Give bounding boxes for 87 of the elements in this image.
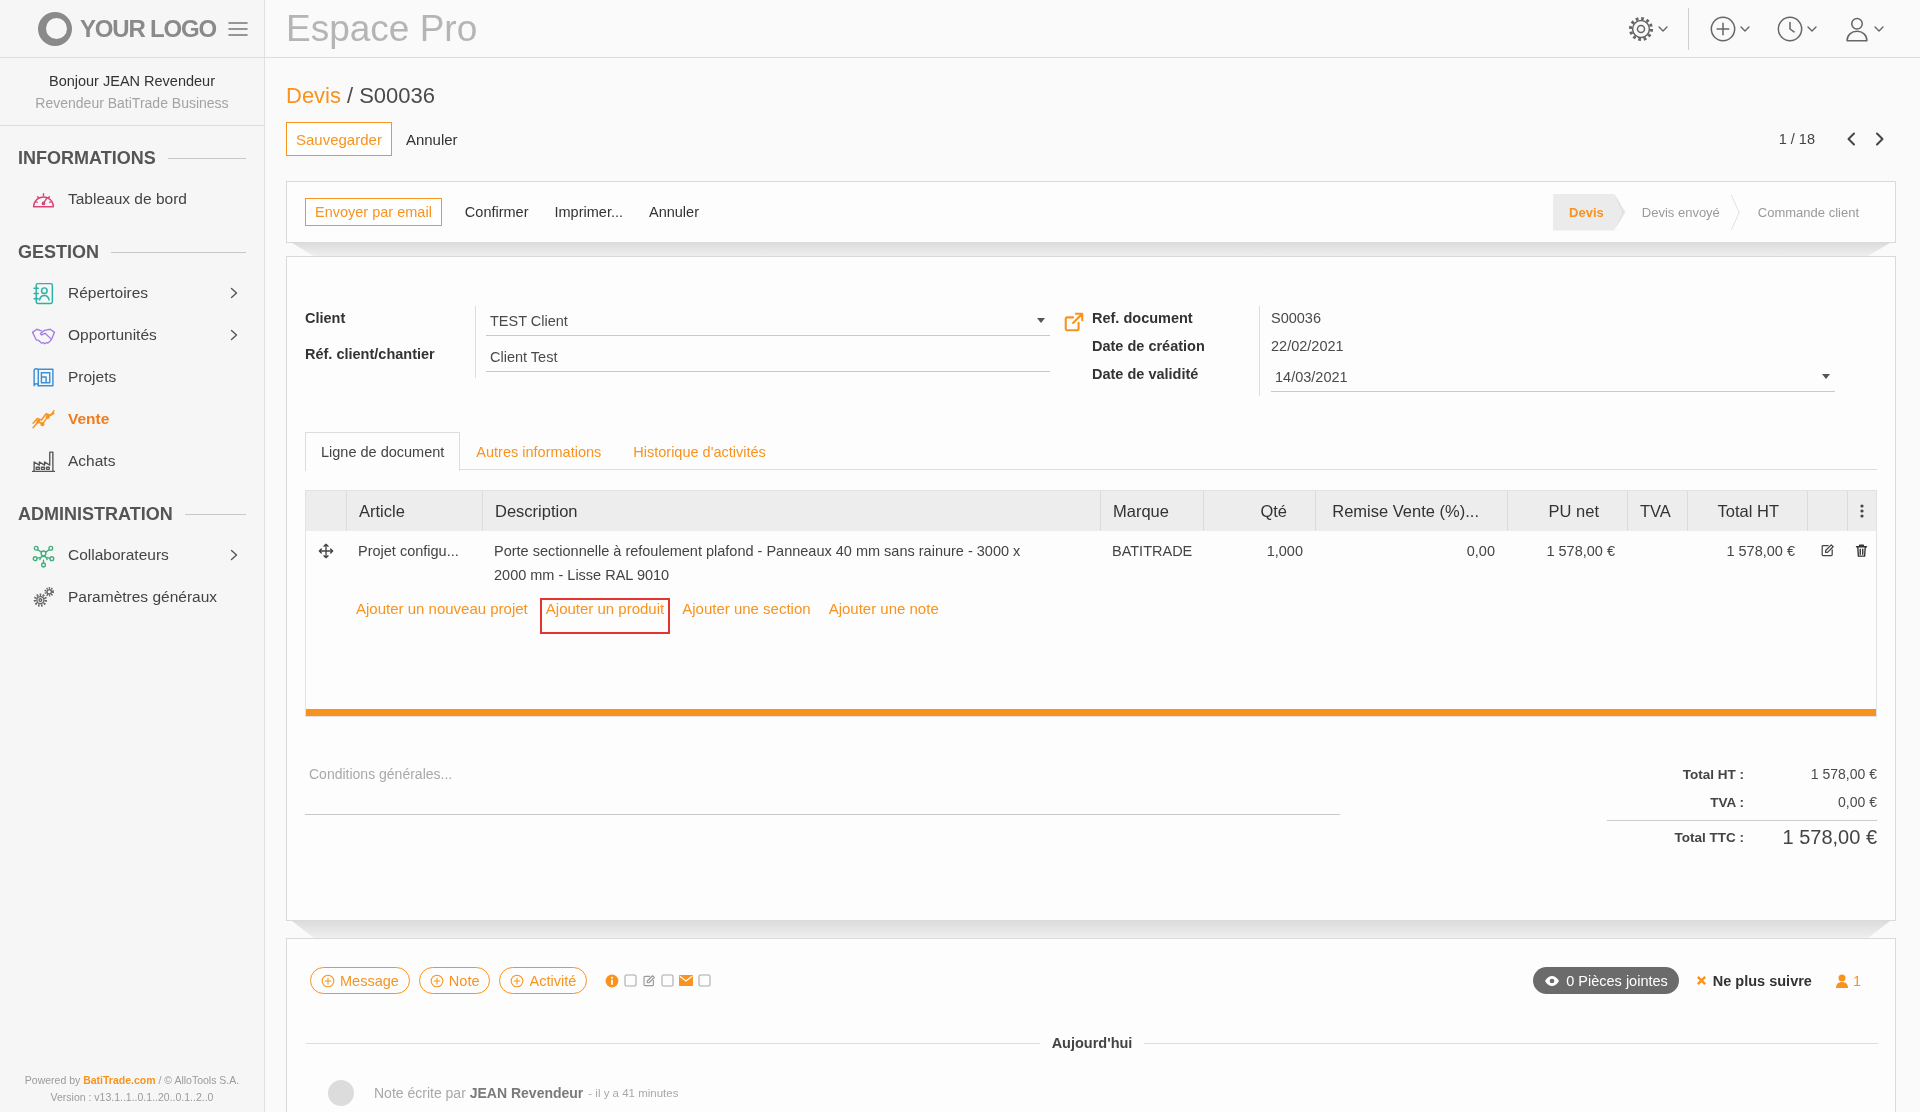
text-field[interactable]: Client Test [486, 342, 1050, 372]
section-title: INFORMATIONS [18, 147, 156, 169]
total-label: TVA : [1709, 794, 1745, 810]
table-cell-text: 1 578,00 € [1545, 542, 1616, 561]
column-header[interactable]: Marque [1100, 491, 1203, 531]
column-header[interactable]: Article [346, 491, 482, 531]
select-field[interactable]: 14/03/2021 [1271, 362, 1835, 392]
total-value: 1 578,00 € [1809, 766, 1877, 782]
field-label: Date de validité [1092, 365, 1200, 384]
clock-icon [1776, 14, 1804, 43]
sidebar-item[interactable]: Tableaux de bord [18, 178, 246, 220]
table-cell-text: 1,000 [1265, 542, 1304, 561]
factory-icon [31, 448, 56, 474]
sidebar-item[interactable]: Collaborateurs [18, 534, 246, 576]
avatar-placeholder [328, 1080, 354, 1106]
table-cell-text: BATITRADE [1111, 542, 1194, 561]
caret-down-icon [1874, 25, 1884, 32]
pager-counter: 1 / 18 [1778, 131, 1815, 147]
table-cell-text: 1 578,00 € [1725, 542, 1796, 561]
settings-icon [1627, 14, 1655, 43]
sidebar-item[interactable]: Opportunités [18, 314, 246, 356]
select-field[interactable]: TEST Client [486, 306, 1050, 336]
text-button[interactable]: Imprimer... [541, 198, 636, 226]
close-icon [1695, 975, 1707, 986]
column-header[interactable]: Total HT [1687, 491, 1807, 531]
field-label: Date de création [1092, 337, 1206, 356]
column-header[interactable]: TVA [1627, 491, 1687, 531]
breadcrumb-separator: / [347, 83, 354, 109]
column-header[interactable]: PU net [1507, 491, 1627, 531]
sidebar-item[interactable]: Achats [18, 440, 246, 482]
app-title: Espace Pro [286, 7, 478, 50]
trash-icon[interactable] [1854, 543, 1869, 558]
table-cell-text: Porte sectionnelle à refoulement plafond - Panneaux 40 mm sans rainure - 3000 x 2000 mm - Lisse RAL 9010 [493, 542, 1022, 585]
caret-down-icon [1658, 25, 1668, 32]
unfollow-button[interactable]: Ne plus suivre [1695, 972, 1812, 989]
text-button[interactable]: Annuler [393, 122, 470, 156]
user-icon [1835, 973, 1848, 988]
text-button[interactable]: Confirmer [451, 198, 542, 226]
move-icon[interactable] [318, 543, 334, 559]
column-header[interactable]: Description [482, 491, 1100, 531]
total-label: Total TTC : [1673, 830, 1745, 845]
total-value: 1 578,00 € [1781, 826, 1877, 849]
eye-icon [1544, 974, 1561, 987]
table-cell-text: Projet configu... [357, 542, 460, 561]
caret-down-icon [1740, 25, 1750, 32]
conditions-field[interactable]: Conditions générales... [305, 763, 1340, 815]
sidebar-item[interactable]: Paramètres généraux [18, 576, 246, 618]
section-title: GESTION [18, 241, 99, 263]
table-cell-text: 0,00 [1465, 542, 1496, 561]
breadcrumb-current: S00036 [359, 83, 435, 109]
day-separator: Aujourd'hui [1051, 1035, 1133, 1051]
plus-circle-icon [510, 973, 525, 988]
column-header[interactable]: Remise Vente (%)... [1315, 491, 1507, 531]
message-time: - il y a 41 minutes [588, 1087, 679, 1099]
attachments-button[interactable]: 0 Pièces jointes [1533, 967, 1679, 994]
text-button[interactable]: Annuler [636, 198, 712, 226]
field-value: 22/02/2021 [1271, 337, 1345, 356]
plus-circle-icon [1709, 14, 1737, 43]
kebab-menu-icon[interactable] [1860, 504, 1864, 518]
user-greeting: Bonjour JEAN Revendeur [47, 72, 216, 91]
field-label: Ref. document [1092, 309, 1194, 328]
tab[interactable]: Ligne de document [305, 432, 461, 471]
sidebar-item[interactable]: Répertoires [18, 272, 246, 314]
chevron-left-icon[interactable] [1846, 132, 1856, 146]
powered-by-text: Powered by BatiTrade.com / © AlloTools S.A. [23, 1073, 241, 1088]
sidebar-item[interactable]: Projets [18, 356, 246, 398]
total-label: Total HT : [1681, 766, 1745, 782]
chevron-right-icon[interactable] [1875, 132, 1885, 146]
section-title: ADMINISTRATION [18, 503, 173, 525]
message-author: Note écrite par JEAN Revendeur [374, 1085, 584, 1101]
logo-icon [37, 10, 73, 47]
caret-down-icon [1822, 374, 1830, 379]
caret-down-icon [1807, 25, 1817, 32]
plus-circle-icon [429, 973, 444, 988]
contact-book-icon [31, 280, 56, 306]
logo-text: YOUR LOGO [80, 14, 216, 43]
field-label: Client [305, 309, 347, 328]
version-text: Version : v13.1..1..0.1..20..0.1..2..0 [49, 1090, 215, 1105]
edit-icon[interactable] [1819, 543, 1835, 558]
user-role: Revendeur BatiTrade Business [34, 94, 230, 113]
total-value: 0,00 € [1837, 794, 1877, 810]
column-header[interactable]: Qté [1203, 491, 1315, 531]
field-label: Réf. client/chantier [305, 345, 436, 364]
caret-down-icon [1037, 318, 1045, 323]
plus-circle-icon [321, 973, 335, 988]
gears-icon [31, 584, 56, 610]
field-value: S00036 [1271, 309, 1322, 328]
